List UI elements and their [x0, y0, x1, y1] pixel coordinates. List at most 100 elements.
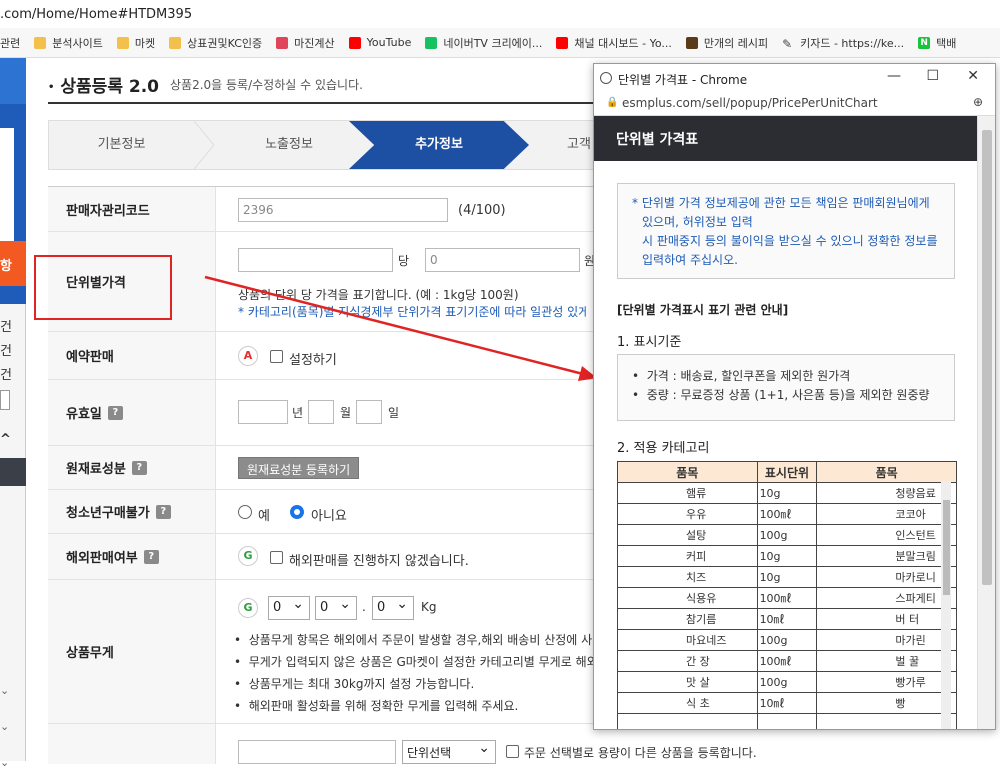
bookmark-item[interactable]: YouTube	[348, 36, 411, 49]
bookmark-item[interactable]: 분석사이트	[34, 35, 103, 51]
label-overseas: 해외판매여부?	[48, 534, 216, 579]
sidebar-orange-label: 항	[0, 259, 12, 274]
expiry-day-input[interactable]	[356, 400, 382, 424]
bookmark-item[interactable]: ✎ 키자드 - https://ke...	[782, 35, 904, 51]
table-cell-item: 식용유	[617, 587, 758, 609]
seller-code-input[interactable]: 2396	[238, 198, 448, 222]
bookmark-label: 만개의 레시피	[703, 36, 769, 50]
weight-note-1-text: 상품무게 항목은 해외에서 주문이 발생할 경우,해외 배송비 산정에 사	[248, 633, 593, 647]
table-row: 설탕 100g 인스턴트	[617, 524, 957, 546]
bookmark-label: 관련	[0, 36, 21, 50]
table-row	[617, 713, 957, 729]
register-ingredient-button[interactable]: 원재료성분 등록하기	[238, 457, 360, 479]
table-cell-unit: 10g	[756, 566, 818, 588]
step-basic[interactable]: 기본정보	[49, 121, 194, 169]
weight-note-4-text: 해외판매 활성화를 위해 정확한 무게를 입력해 주세요.	[248, 699, 519, 713]
step-tabs: 기본정보 노출정보 추가정보 고객	[48, 120, 608, 170]
row-seller-code: 판매자관리코드 2396 (4/100)	[48, 186, 608, 232]
popup-window-title: 단위별 가격표 - Chrome	[618, 73, 748, 87]
sidebar-count-3: 건	[0, 368, 12, 383]
bookmark-item[interactable]: 관련	[0, 35, 20, 51]
row-ingredient: 원재료성분? 원재료성분 등록하기	[48, 446, 608, 490]
popup-scrollbar[interactable]	[977, 116, 995, 729]
popup-body: * 단위별 가격 정보제공에 관한 모든 책임은 판매회원님에게 있으며, 허위…	[594, 161, 978, 729]
table-cell-unit: 100g	[756, 671, 818, 693]
reservation-checkbox[interactable]	[270, 350, 283, 363]
caret-up-icon[interactable]: ^	[0, 432, 11, 447]
bookmark-item[interactable]: 채널 대시보드 - Yo...	[556, 35, 672, 51]
youth-yes-label: 예	[258, 509, 270, 524]
popup-scroll-thumb[interactable]	[982, 130, 992, 585]
weight-unit: Kg	[421, 600, 437, 614]
chevron-down-icon[interactable]: ⌄	[0, 684, 9, 697]
title-divider	[48, 102, 618, 104]
option-input[interactable]	[238, 740, 396, 764]
sidebar-input[interactable]	[0, 390, 10, 410]
step-exposure[interactable]: 노출정보	[214, 121, 364, 169]
naver-icon: N	[918, 36, 931, 49]
expiry-year-input[interactable]	[238, 400, 288, 424]
table-cell-item: 스파게티	[816, 587, 957, 609]
label-expiry-text: 유효일	[66, 407, 102, 422]
page-subtitle: 상품2.0을 등록/수정하실 수 있습니다.	[170, 78, 363, 92]
expiry-month-input[interactable]	[308, 400, 334, 424]
table-row: 참기름 10㎖ 버 터	[617, 608, 957, 630]
help-icon[interactable]: ?	[107, 405, 123, 420]
weight-select-2[interactable]: 0	[315, 596, 357, 620]
bookmark-label: 마켓	[134, 36, 156, 50]
sidebar-orange-tab[interactable]: 항	[0, 241, 26, 286]
youth-yes-radio[interactable]	[238, 505, 252, 519]
label-ingredient-text: 원재료성분	[66, 462, 126, 477]
table-cell-item	[617, 713, 758, 729]
close-icon[interactable]: ✕	[967, 68, 979, 84]
popup-header: 단위별 가격표	[594, 116, 978, 161]
bookmark-item[interactable]: 마진계산	[276, 35, 335, 51]
bookmark-item[interactable]: 마켓	[116, 35, 156, 51]
bookmark-item[interactable]: 만개의 레시피	[685, 35, 769, 51]
notice-box: * 단위별 가격 정보제공에 관한 모든 책임은 판매회원님에게 있으며, 허위…	[617, 183, 955, 279]
popup-url-text: esmplus.com/sell/popup/PricePerUnitChart	[622, 96, 878, 110]
row-overseas: 해외판매여부? G 해외판매를 진행하지 않겠습니다.	[48, 534, 608, 580]
unit-price-input[interactable]: 0	[425, 248, 580, 272]
year-text: 년	[292, 406, 304, 420]
help-icon[interactable]: ?	[131, 460, 147, 475]
help-icon[interactable]: ?	[143, 549, 159, 564]
weight-select-3[interactable]: 0	[372, 596, 414, 620]
page-title-text: 상품등록 2.0	[60, 77, 159, 97]
help-icon[interactable]: ?	[155, 504, 171, 519]
per-text: 당	[398, 254, 410, 268]
popup-url-bar[interactable]: 🔒 esmplus.com/sell/popup/PricePerUnitCha…	[594, 92, 995, 116]
unit-select[interactable]: 단위선택	[402, 740, 496, 764]
gmarket-badge: G	[238, 546, 258, 566]
zoom-icon[interactable]: ⊕	[973, 95, 983, 109]
bookmark-label: 키자드 - https://ke...	[800, 36, 905, 50]
chevron-down-icon[interactable]: ⌄	[0, 756, 9, 769]
bookmark-label: 상표권및KC인증	[187, 36, 263, 50]
bookmark-item[interactable]: 네이버TV 크리에이...	[425, 35, 542, 51]
table-scrollbar[interactable]	[941, 482, 951, 729]
youth-no-radio[interactable]	[290, 505, 304, 519]
option-checkbox[interactable]	[506, 745, 519, 758]
step-additional[interactable]: 추가정보	[349, 121, 529, 169]
weight-select-1[interactable]: 0	[268, 596, 310, 620]
unit-amount-input[interactable]	[238, 248, 393, 272]
row-option: 단위선택 주문 선택별로 용량이 다른 상품을 등록합니다.	[48, 724, 757, 764]
table-cell-item: 치즈	[617, 566, 758, 588]
table-cell-item: 청량음료	[816, 482, 957, 504]
bookmark-item[interactable]: 상표권및KC인증	[169, 35, 262, 51]
youth-no-label: 아니요	[311, 509, 347, 524]
table-cell-unit: 100g	[756, 629, 818, 651]
minimize-icon[interactable]: —	[887, 68, 901, 84]
weight-note-3: • 상품무게는 최대 30kg까지 설정 가능합니다.	[234, 677, 475, 691]
overseas-checkbox[interactable]	[270, 551, 283, 564]
maximize-icon[interactable]: ☐	[926, 68, 939, 84]
table-row: 우유 100㎖ 코코아	[617, 503, 957, 525]
row-expiry: 유효일? 년 월 일	[48, 380, 608, 446]
chevron-down-icon[interactable]: ⌄	[0, 720, 9, 733]
address-bar[interactable]: .com/Home/Home#HTDM395	[0, 0, 1000, 28]
table-scroll-thumb[interactable]	[943, 500, 950, 595]
bookmark-item[interactable]: N 택배	[918, 35, 956, 51]
table-row: 마요네즈 100g 마가린	[617, 629, 957, 651]
table-cell-unit: 100㎖	[756, 587, 818, 609]
table-cell-item: 인스턴트	[816, 524, 957, 546]
